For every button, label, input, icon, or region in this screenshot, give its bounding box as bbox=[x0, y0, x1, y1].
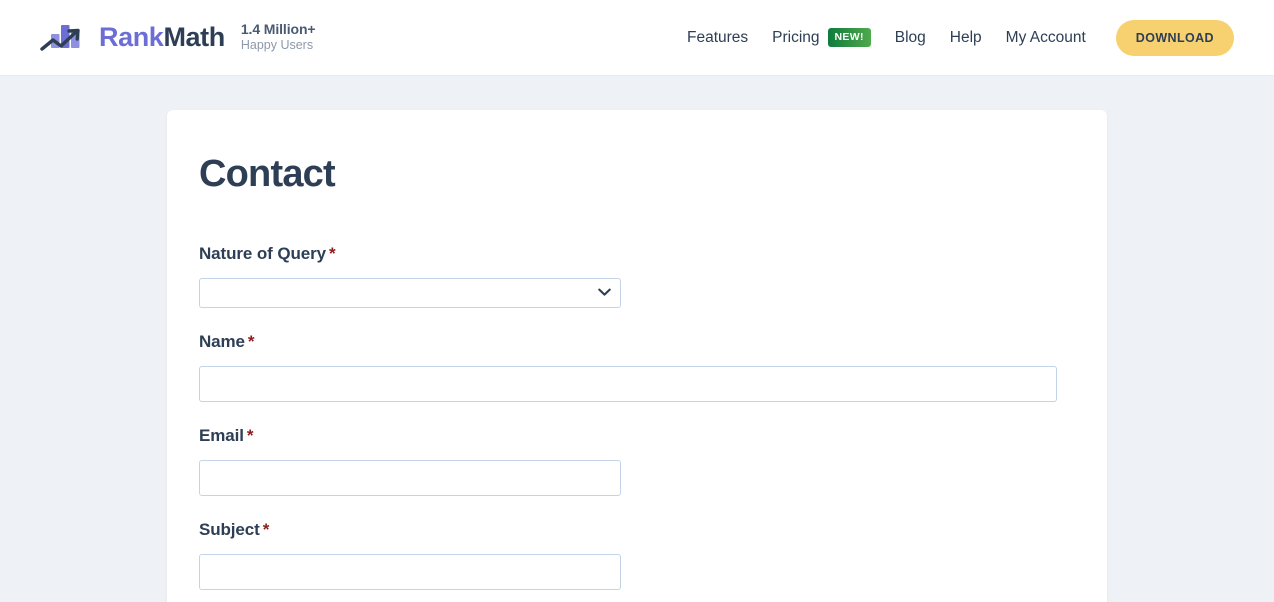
happy-users-label: Happy Users bbox=[240, 38, 314, 53]
nav-item-blog-label: Blog bbox=[894, 28, 926, 46]
required-asterisk: * bbox=[246, 425, 254, 445]
nav-item-pricing[interactable]: Pricing NEW! bbox=[760, 28, 883, 47]
nav-item-my-account[interactable]: My Account bbox=[994, 29, 1098, 47]
required-asterisk: * bbox=[247, 331, 255, 351]
subject-input[interactable] bbox=[199, 553, 621, 590]
happy-users-count: 1.4 Million+ bbox=[240, 20, 316, 37]
field-nature-of-query: Nature of Query * bbox=[199, 244, 1075, 308]
contact-form: Nature of Query * Name * Email * Subject… bbox=[199, 244, 1075, 590]
page-background: Contact Nature of Query * Name * Email *… bbox=[0, 76, 1274, 602]
field-subject-label-text: Subject bbox=[199, 519, 260, 539]
new-badge: NEW! bbox=[827, 28, 871, 47]
nav-item-help[interactable]: Help bbox=[938, 29, 994, 47]
brand-tagline: 1.4 Million+ Happy Users bbox=[239, 21, 316, 54]
brand-logo: RankMath bbox=[38, 21, 225, 55]
nav-item-blog[interactable]: Blog bbox=[883, 29, 938, 47]
nav-item-features[interactable]: Features bbox=[675, 29, 760, 47]
required-asterisk: * bbox=[328, 243, 336, 263]
rankmath-bar-chart-arrow-logo-icon bbox=[38, 21, 90, 55]
download-button[interactable]: DOWNLOAD bbox=[1115, 19, 1234, 56]
field-nature-of-query-label: Nature of Query * bbox=[199, 244, 1075, 264]
nature-of-query-select[interactable] bbox=[199, 277, 621, 308]
nav-item-help-label: Help bbox=[949, 28, 982, 46]
field-name-label: Name * bbox=[199, 332, 1075, 352]
field-email: Email * bbox=[199, 426, 1075, 496]
contact-content-card: Contact Nature of Query * Name * Email *… bbox=[167, 110, 1107, 602]
field-subject-label: Subject * bbox=[199, 520, 1075, 540]
nav-item-features-label: Features bbox=[686, 28, 749, 46]
brand-home-link[interactable]: RankMath 1.4 Million+ Happy Users bbox=[38, 21, 316, 55]
field-name-label-text: Name bbox=[199, 331, 245, 351]
field-subject: Subject * bbox=[199, 520, 1075, 590]
main-navigation: Features Pricing NEW! Blog Help My Accou… bbox=[675, 19, 1234, 56]
email-input[interactable] bbox=[199, 459, 621, 496]
field-email-label: Email * bbox=[199, 426, 1075, 446]
nav-item-my-account-label: My Account bbox=[1005, 28, 1086, 46]
site-header: RankMath 1.4 Million+ Happy Users Featur… bbox=[0, 0, 1274, 76]
wordmark-math: Math bbox=[163, 22, 225, 52]
nav-item-pricing-label: Pricing bbox=[772, 28, 820, 46]
name-input[interactable] bbox=[199, 365, 1057, 402]
wordmark-rank: Rank bbox=[99, 22, 164, 52]
field-name: Name * bbox=[199, 332, 1075, 402]
required-asterisk: * bbox=[262, 519, 270, 539]
page-title: Contact bbox=[199, 153, 336, 195]
field-email-label-text: Email bbox=[199, 425, 244, 445]
field-nature-of-query-label-text: Nature of Query bbox=[199, 243, 326, 263]
nature-of-query-select-wrap bbox=[199, 277, 621, 308]
brand-wordmark: RankMath bbox=[99, 24, 225, 51]
